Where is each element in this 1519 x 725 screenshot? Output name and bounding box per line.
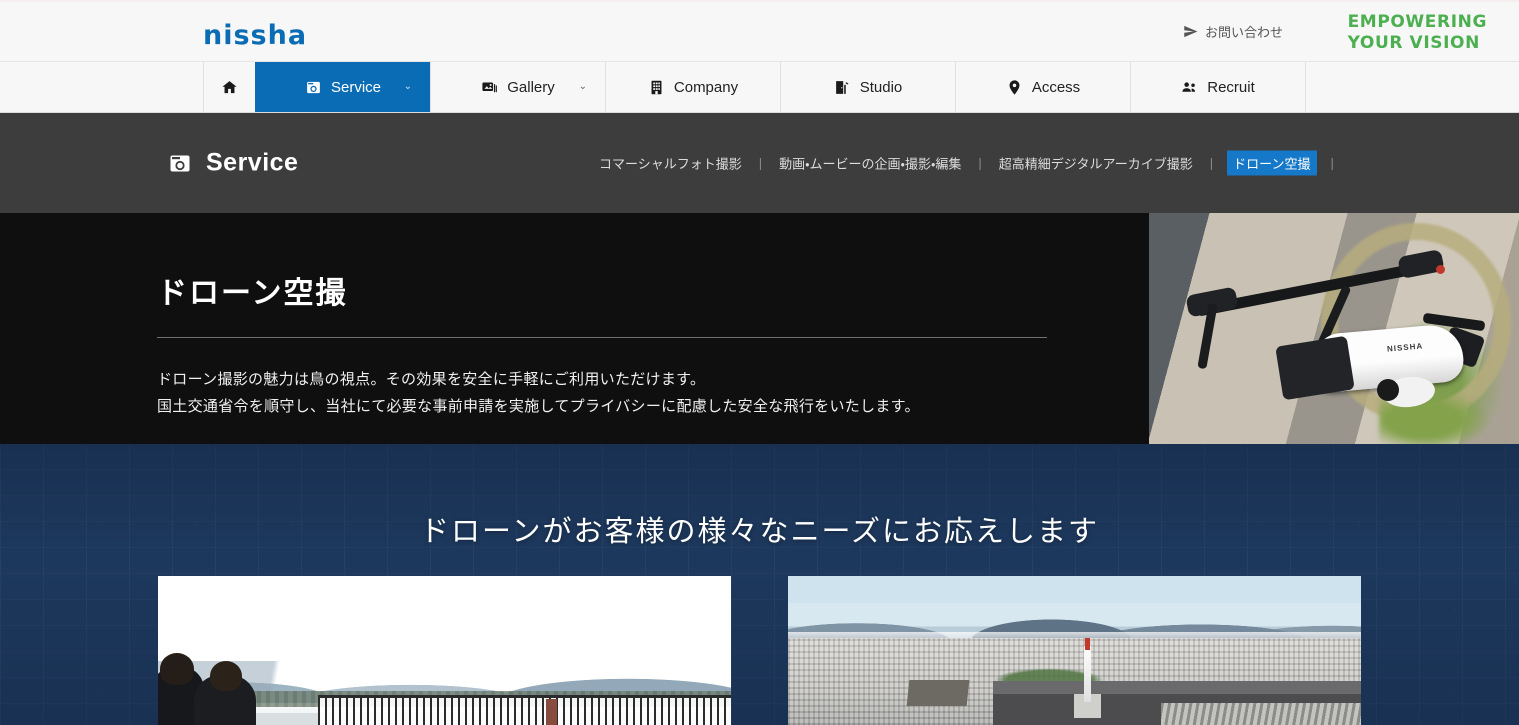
tagline-line-2: YOUR VISION — [1347, 33, 1480, 54]
images-icon — [481, 79, 498, 96]
home-icon — [221, 79, 238, 96]
hero-description-line-1: ドローン撮影の魅力は鳥の視点。その効果を安全に手軽にご利用いただけます。 — [157, 371, 706, 388]
hero-divider — [157, 337, 1047, 338]
subnav-link-commercial-photo[interactable]: コマーシャルフォト撮影 — [596, 152, 745, 175]
nav-item-label: Studio — [859, 78, 903, 96]
nav-item-studio[interactable]: Studio — [780, 62, 955, 112]
promo-heading: ドローンがお客様の様々なニーズにお応えします — [419, 516, 1100, 548]
hero-drone-photo: NISSHA — [1149, 213, 1519, 444]
promo-card-list — [0, 576, 1519, 725]
studio-door-icon — [834, 79, 851, 96]
nav-item-label: Recruit — [1207, 78, 1255, 96]
service-subnav: Service コマーシャルフォト撮影 | 動画・ムービーの企画・撮影・編集 |… — [0, 113, 1519, 213]
hero-content: ドローン空撮 ドローン撮影の魅力は鳥の視点。その効果を安全に手軽にご利用いただけ… — [157, 213, 1047, 421]
camera-icon — [305, 79, 322, 96]
subnav-separator: | — [978, 155, 982, 171]
subnav-link-drone-aerial[interactable]: ドローン空撮 — [1227, 150, 1317, 176]
site-header: nissha お問い合わせ EMPOWERING YOUR VISION — [0, 2, 1519, 62]
page-title: ドローン空撮 — [157, 277, 348, 310]
nav-item-company[interactable]: Company — [605, 62, 780, 112]
nav-item-label: Company — [673, 78, 739, 96]
nav-item-label: Gallery — [507, 78, 555, 96]
nav-item-home[interactable] — [203, 62, 255, 112]
hero-description-line-2: 国土交通省令を順守し、当社にて必要な事前申請を実施してプライバシーに配慮した安全… — [157, 398, 920, 416]
page-root: nissha お問い合わせ EMPOWERING YOUR VISION Ser… — [0, 0, 1519, 725]
brand-tagline: EMPOWERING YOUR VISION — [1348, 12, 1487, 55]
contact-link[interactable]: お問い合わせ — [1183, 22, 1283, 41]
main-navigation: Service ⌄ Gallery ⌄ Company Studio Acces… — [0, 62, 1519, 113]
nav-item-gallery[interactable]: Gallery ⌄ — [430, 62, 605, 112]
nav-item-access[interactable]: Access — [955, 62, 1130, 112]
subnav-separator: | — [1209, 155, 1214, 171]
nissha-logo[interactable]: nissha — [203, 20, 307, 51]
chevron-down-icon[interactable]: ⌄ — [579, 82, 587, 92]
hero-description: ドローン撮影の魅力は鳥の視点。その効果を安全に手軽にご利用いただけます。 国土交… — [157, 366, 1047, 421]
users-icon — [1181, 79, 1198, 96]
nav-item-label: Service — [330, 78, 382, 96]
contact-label: お問い合わせ — [1204, 25, 1283, 40]
map-pin-icon — [1006, 79, 1023, 96]
promo-card-drone-operators[interactable] — [158, 576, 731, 725]
building-icon — [648, 79, 665, 96]
subnav-separator: | — [758, 155, 763, 171]
nav-item-label: Access — [1031, 78, 1081, 96]
subnav-title-text: Service — [206, 148, 299, 177]
drone-illustration: NISSHA — [1185, 245, 1487, 410]
subnav-link-video-production[interactable]: 動画・ムービーの企画・撮影・編集 — [776, 152, 964, 175]
subnav-link-digital-archive[interactable]: 超高精細デジタルアーカイブ撮影 — [996, 152, 1196, 175]
promo-card-kyoto-aerial[interactable] — [788, 576, 1361, 725]
hero-section: NISSHA ドローン空撮 ドローン撮影の魅力は鳥の視点。その効果を安全に手軽に… — [0, 213, 1519, 444]
chevron-down-icon[interactable]: ⌄ — [404, 82, 412, 92]
tagline-line-1: EMPOWERING — [1347, 12, 1487, 32]
camera-icon — [168, 151, 192, 175]
subnav-separator: | — [1330, 155, 1334, 171]
nav-item-recruit[interactable]: Recruit — [1130, 62, 1305, 112]
nav-right-filler — [1305, 62, 1519, 112]
subnav-section-title: Service — [168, 149, 298, 178]
subnav-link-list: コマーシャルフォト撮影 | 動画・ムービーの企画・撮影・編集 | 超高精細デジタ… — [596, 150, 1348, 176]
nav-left-spacer — [0, 62, 203, 112]
nav-item-service[interactable]: Service ⌄ — [255, 62, 430, 112]
paper-plane-icon — [1183, 24, 1198, 39]
